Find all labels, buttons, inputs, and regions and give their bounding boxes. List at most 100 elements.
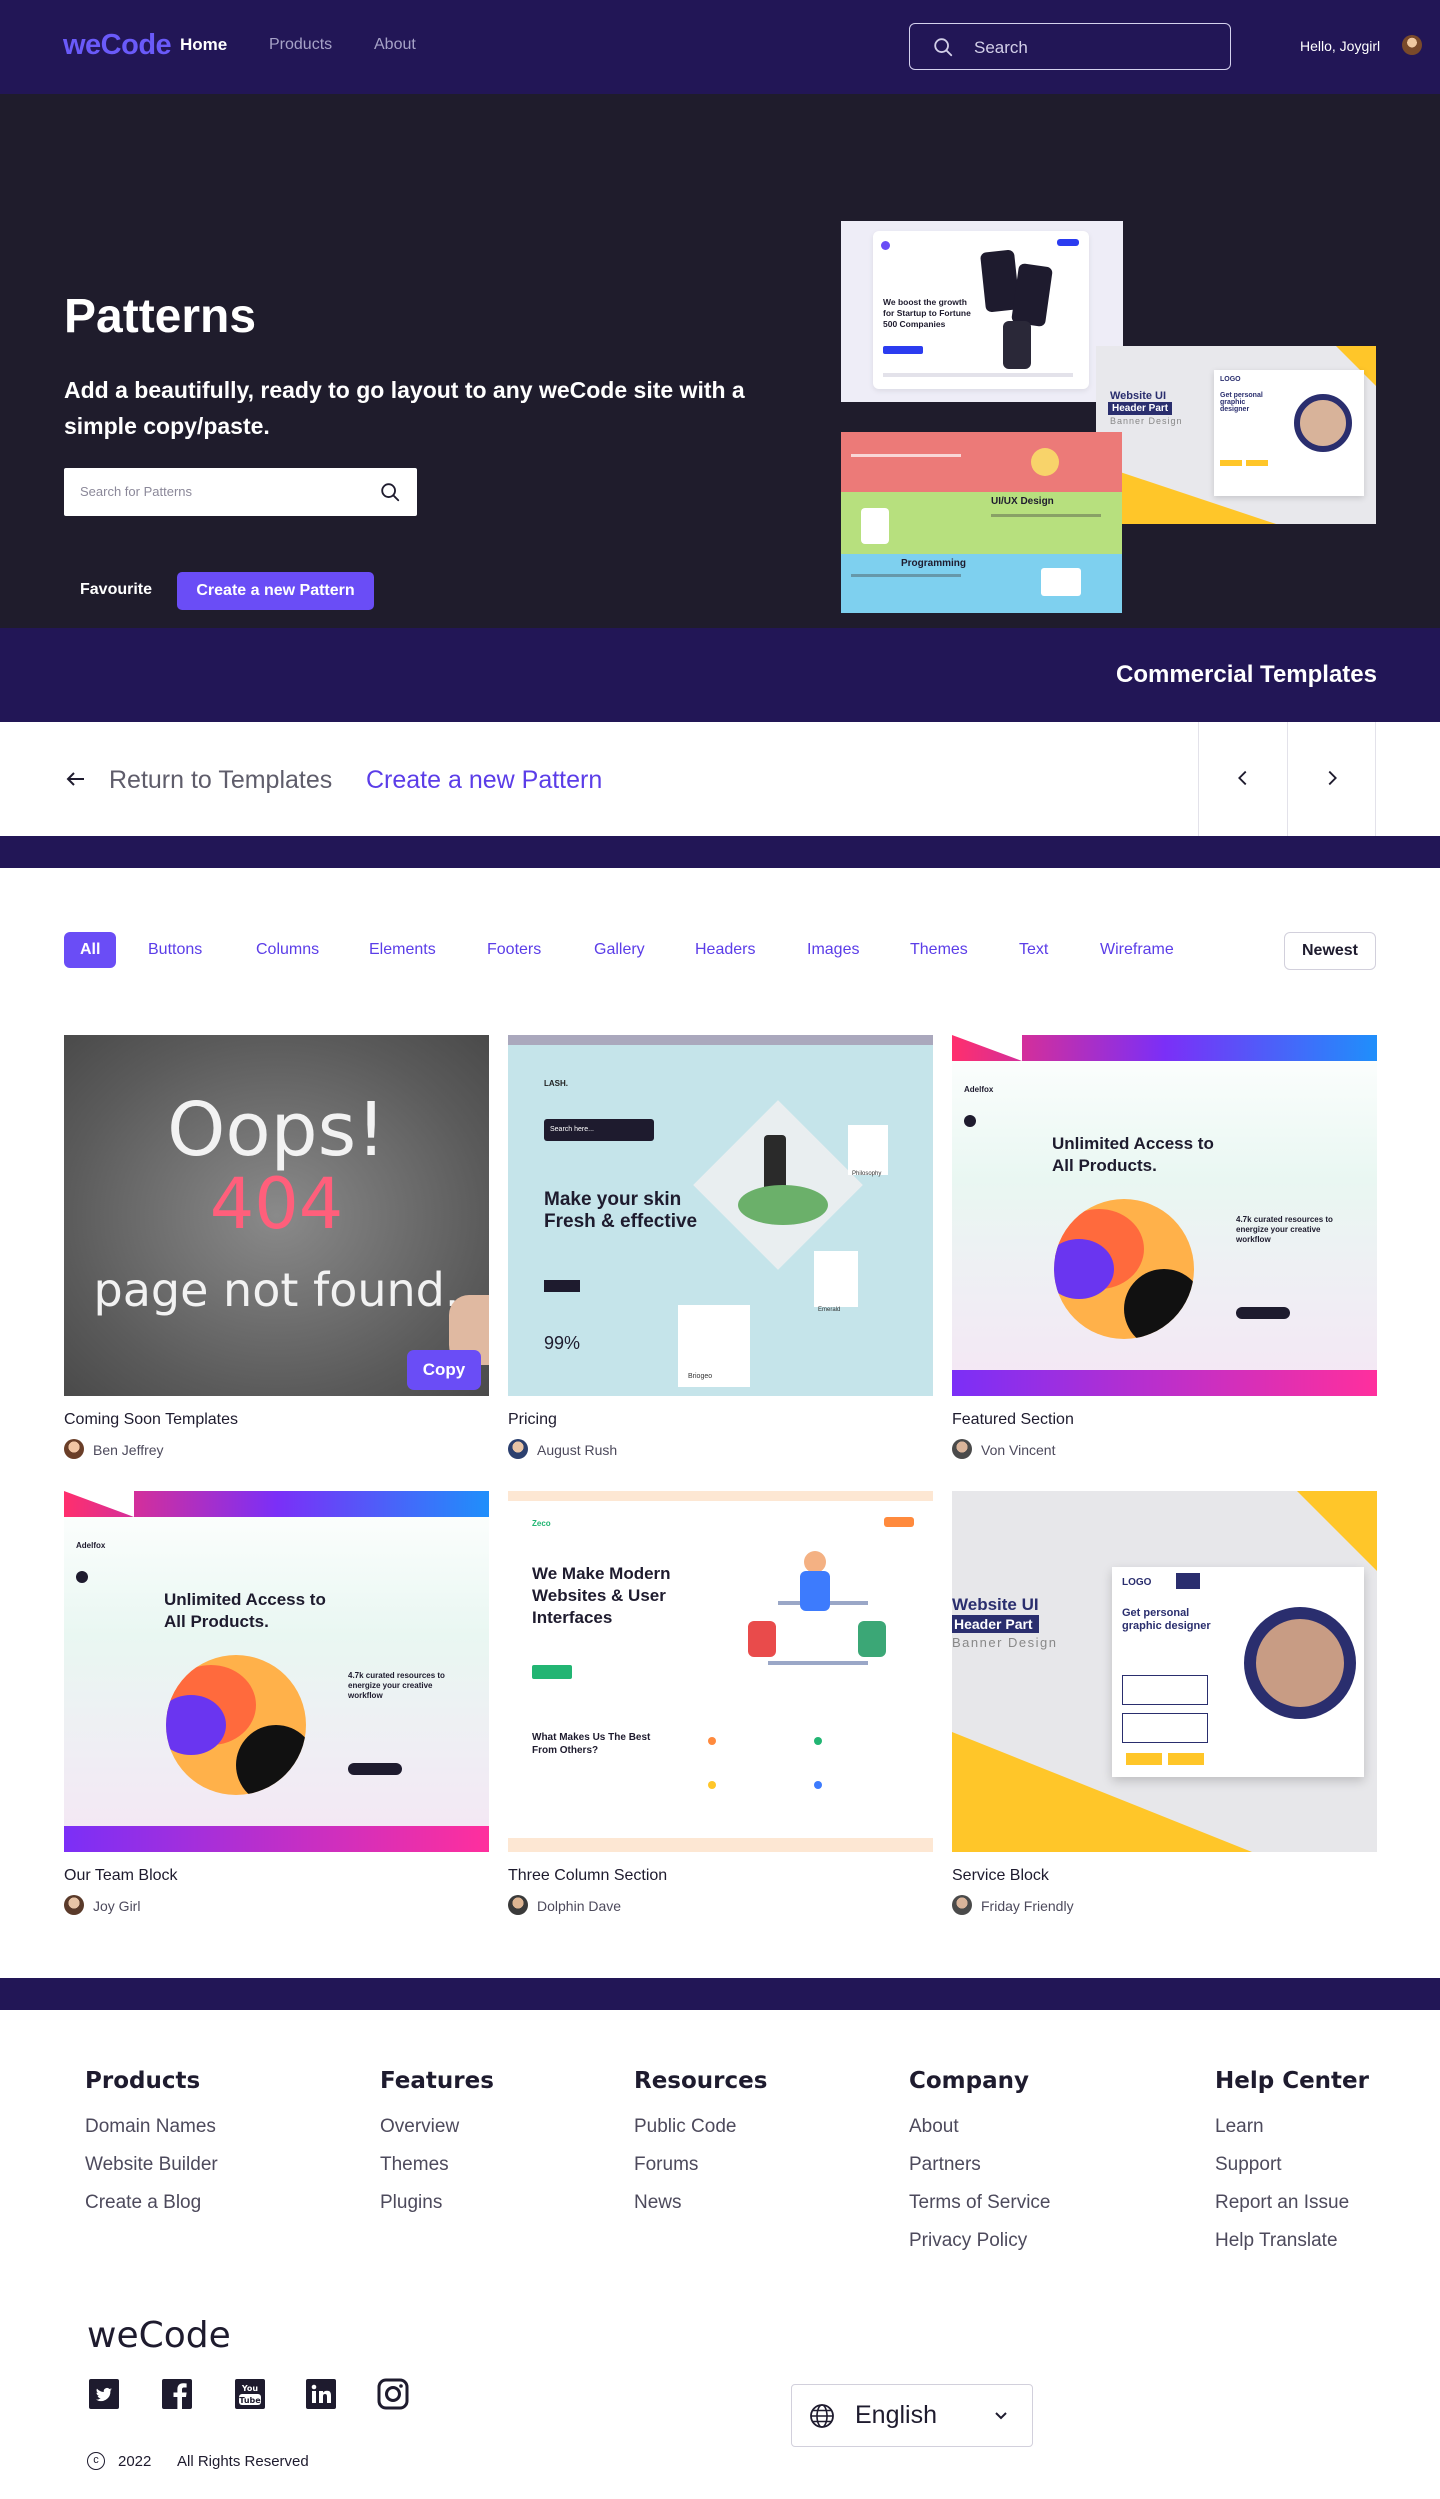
footer-link[interactable]: About (909, 2116, 1050, 2138)
footer-link[interactable]: Plugins (380, 2192, 494, 2214)
copy-button[interactable]: Copy (407, 1350, 481, 1390)
thumb-brand: LASH. (544, 1079, 568, 1088)
previous-button[interactable] (1198, 722, 1287, 836)
author-name[interactable]: Joy Girl (93, 1898, 140, 1914)
return-to-templates-link[interactable]: Return to Templates (109, 766, 332, 795)
nav-link-home[interactable]: Home (180, 35, 227, 55)
filter-chip-elements[interactable]: Elements (369, 932, 436, 968)
footer-link[interactable]: News (634, 2192, 767, 2214)
facebook-icon[interactable] (161, 2378, 193, 2410)
designer-text: Get personal graphic designer (1220, 392, 1263, 413)
pattern-thumbnail[interactable]: Website UI Header Part Banner Design LOG… (952, 1491, 1377, 1852)
footer-logo[interactable]: weCode (87, 2315, 231, 2356)
footer-link[interactable]: Public Code (634, 2116, 767, 2138)
author-name[interactable]: Friday Friendly (981, 1898, 1074, 1914)
create-pattern-button[interactable]: Create a new Pattern (177, 572, 374, 610)
footer-link[interactable]: Create a Blog (85, 2192, 218, 2214)
pattern-thumbnail[interactable]: Zeco We Make Modern Websites & User Inte… (508, 1491, 933, 1852)
footer-column-help-center: Help Center Learn Support Report an Issu… (1215, 2068, 1369, 2268)
pattern-title[interactable]: Featured Section (952, 1411, 1074, 1429)
thumb-headline: We Make Modern Websites & User Interface… (532, 1564, 671, 1627)
pattern-title[interactable]: Our Team Block (64, 1867, 178, 1885)
pattern-thumbnail[interactable]: Adelfox Unlimited Access to All Products… (64, 1491, 489, 1852)
avatar (952, 1895, 972, 1915)
pattern-card[interactable]: Adelfox Unlimited Access to All Products… (952, 1035, 1377, 1459)
filter-chip-all[interactable]: All (64, 932, 117, 968)
footer-link[interactable]: Partners (909, 2154, 1050, 2176)
pattern-card[interactable]: LASH. Search here... Make your skin Fres… (508, 1035, 933, 1459)
pattern-card[interactable]: Adelfox Unlimited Access to All Products… (64, 1491, 489, 1915)
footer-link[interactable]: Website Builder (85, 2154, 218, 2176)
pattern-thumbnail[interactable]: Oops! 404 page not found. Copy (64, 1035, 489, 1396)
chevron-down-icon (995, 2412, 1007, 2420)
thumb-brand: Adelfox (76, 1541, 106, 1550)
pattern-thumbnail[interactable]: LASH. Search here... Make your skin Fres… (508, 1035, 933, 1396)
pattern-card[interactable]: Zeco We Make Modern Websites & User Inte… (508, 1491, 933, 1915)
footer-heading: Features (380, 2068, 494, 2094)
footer-link[interactable]: Report an Issue (1215, 2192, 1369, 2214)
pattern-search-input[interactable]: Search for Patterns (64, 468, 417, 516)
next-button[interactable] (1287, 722, 1376, 836)
avatar[interactable] (1402, 35, 1422, 55)
copyright-year: 2022 (118, 2453, 152, 2470)
user-greeting: Hello, Joygirl (1300, 38, 1381, 54)
language-selector[interactable]: English (791, 2384, 1033, 2447)
footer-link[interactable]: Overview (380, 2116, 494, 2138)
create-pattern-link[interactable]: Create a new Pattern (366, 766, 602, 795)
footer-heading: Company (909, 2068, 1029, 2094)
page-title: Patterns (64, 290, 257, 343)
pattern-thumbnail[interactable]: Adelfox Unlimited Access to All Products… (952, 1035, 1377, 1396)
startup-headline: We boost the growth for Startup to Fortu… (883, 297, 971, 329)
footer-link[interactable]: Terms of Service (909, 2192, 1050, 2214)
footer-link[interactable]: Learn (1215, 2116, 1369, 2138)
nav-link-products[interactable]: Products (269, 36, 332, 54)
footer-link[interactable]: Support (1215, 2154, 1369, 2176)
footer-link[interactable]: Domain Names (85, 2116, 218, 2138)
brand-logo[interactable]: weCode (63, 29, 172, 62)
youtube-icon[interactable]: You Tube (234, 2378, 266, 2410)
twitter-icon[interactable] (88, 2378, 120, 2410)
global-search-input[interactable]: Search (909, 23, 1231, 70)
footer-link[interactable]: Help Translate (1215, 2230, 1369, 2252)
avatar (952, 1439, 972, 1459)
filter-chip-images[interactable]: Images (807, 932, 859, 968)
copyright-icon: c (87, 2452, 105, 2470)
section-divider (0, 836, 1440, 868)
filter-chip-gallery[interactable]: Gallery (594, 932, 645, 968)
footer-link[interactable]: Themes (380, 2154, 494, 2176)
filter-chip-text[interactable]: Text (1019, 932, 1048, 968)
arrow-left-icon[interactable] (64, 767, 88, 791)
favourite-button[interactable]: Favourite (80, 581, 152, 599)
pattern-title[interactable]: Coming Soon Templates (64, 1411, 238, 1429)
template-navigation: Return to Templates Create a new Pattern (0, 722, 1440, 836)
filter-chip-buttons[interactable]: Buttons (148, 932, 202, 968)
pattern-title[interactable]: Three Column Section (508, 1867, 667, 1885)
nav-link-about[interactable]: About (374, 36, 416, 54)
thumb-designer-text: Get personal graphic designer (1122, 1607, 1211, 1632)
filter-chip-footers[interactable]: Footers (487, 932, 541, 968)
author-name[interactable]: Ben Jeffrey (93, 1442, 164, 1458)
author-name[interactable]: Dolphin Dave (537, 1898, 621, 1914)
thumb-headline: Unlimited Access to All Products. (1052, 1134, 1214, 1175)
filter-chip-columns[interactable]: Columns (256, 932, 319, 968)
commercial-templates-link[interactable]: Commercial Templates (1116, 661, 1377, 689)
filter-chip-themes[interactable]: Themes (910, 932, 968, 968)
banner-title-text: Website UI (1110, 390, 1167, 402)
filter-chip-headers[interactable]: Headers (695, 932, 755, 968)
linkedin-icon[interactable] (305, 2378, 337, 2410)
pattern-title[interactable]: Pricing (508, 1411, 557, 1429)
pattern-title[interactable]: Service Block (952, 1867, 1049, 1885)
search-icon[interactable] (379, 481, 401, 503)
sort-newest-button[interactable]: Newest (1284, 932, 1376, 970)
pattern-card[interactable]: Website UI Header Part Banner Design LOG… (952, 1491, 1377, 1915)
search-placeholder: Search (974, 38, 1028, 57)
thumb-text-oops: Oops! (167, 1087, 386, 1173)
pattern-card[interactable]: Oops! 404 page not found. Copy Coming So… (64, 1035, 489, 1459)
footer-link[interactable]: Privacy Policy (909, 2230, 1050, 2252)
filter-bar: All Buttons Columns Elements Footers Gal… (0, 868, 1440, 1038)
author-name[interactable]: August Rush (537, 1442, 617, 1458)
footer-link[interactable]: Forums (634, 2154, 767, 2176)
filter-chip-wireframe[interactable]: Wireframe (1100, 932, 1174, 968)
author-name[interactable]: Von Vincent (981, 1442, 1055, 1458)
instagram-icon[interactable] (377, 2378, 409, 2410)
